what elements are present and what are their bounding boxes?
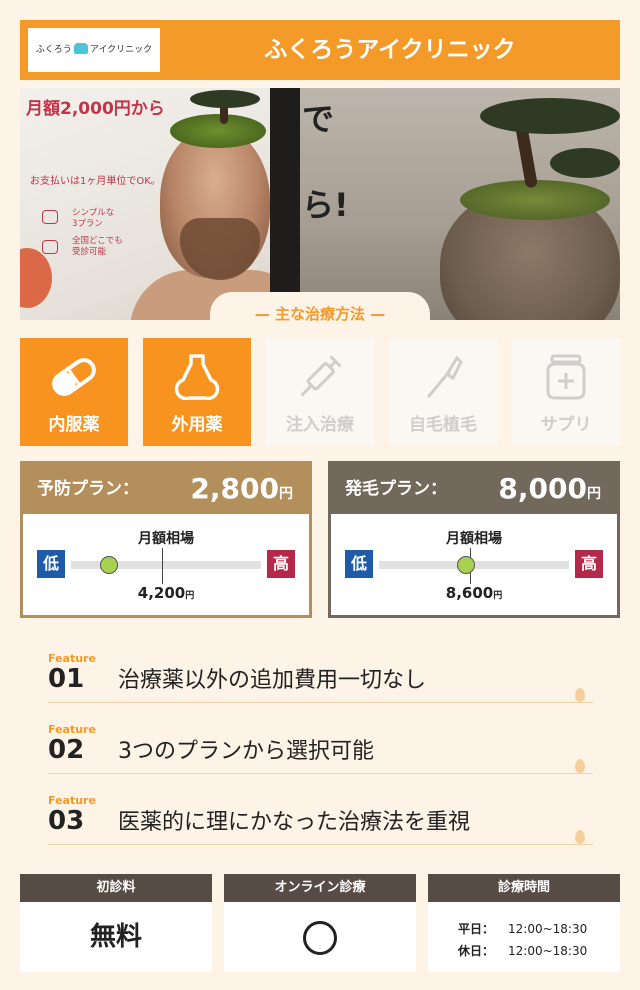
bonsai-foliage-3	[550, 148, 620, 178]
owl-icon	[73, 43, 88, 54]
market-average-unit: 円	[493, 591, 503, 601]
treatment-label: 内服薬	[48, 415, 100, 435]
info-title: 診療時間	[428, 874, 620, 902]
site-header: ふくろう アイクリニック ふくろうアイクリニック	[20, 20, 620, 80]
market-average-tick	[162, 548, 164, 584]
hero-item-1: シンプルな	[72, 208, 115, 218]
feature-number: 02	[48, 735, 85, 765]
hero-moss	[170, 114, 266, 148]
market-average-unit: 円	[185, 591, 195, 601]
feature-item: Feature 01 治療薬以外の追加費用一切なし	[48, 652, 593, 712]
info-title: オンライン診療	[224, 874, 416, 902]
scalpel-icon	[427, 355, 463, 398]
first-visit-fee: 無料	[89, 922, 142, 952]
hero-banner: 月額2,000円から お支払いは1ヶ月単位でOK。 シンプルな 3プラン 全国ど…	[20, 88, 620, 320]
price-position-knob	[100, 556, 118, 574]
feature-divider	[48, 844, 593, 845]
hero-item-3: 全国どこでも	[72, 236, 123, 246]
hero-headline: 月額2,000円から	[26, 99, 165, 119]
high-badge: 高	[575, 550, 603, 578]
bottle-icon	[174, 354, 220, 400]
market-average: 8,600円	[331, 584, 617, 602]
clinic-logo[interactable]: ふくろう アイクリニック	[28, 28, 160, 72]
info-body: 平日： 12:00~18:30 休日： 12:00~18:30	[428, 902, 620, 972]
treatment-topical[interactable]: 外用薬	[143, 338, 251, 446]
market-average-value: 4,200	[137, 584, 186, 602]
feature-text: 治療薬以外の追加費用一切なし	[118, 668, 427, 693]
plan-price: 2,800円	[190, 464, 293, 519]
treatment-supplement[interactable]: サプリ	[512, 338, 620, 446]
info-body	[224, 902, 416, 972]
info-first-visit: 初診料 無料	[20, 874, 212, 972]
plan-header: 発毛プラン： 8,000円	[331, 464, 617, 514]
feature-text: 医薬的に理にかなった治療法を重視	[118, 810, 471, 835]
treatment-label: 自毛植毛	[409, 415, 477, 435]
treatment-label: 注入治療	[286, 415, 354, 435]
pill-icon	[52, 358, 96, 396]
market-price-label: 月額相場	[138, 531, 194, 547]
feature-item: Feature 02 3つのプランから選択可能	[48, 723, 593, 783]
hours-holiday-value: 12:00~18:30	[508, 944, 588, 958]
feature-item: Feature 03 医薬的に理にかなった治療法を重視	[48, 794, 593, 854]
plan-price-unit: 円	[279, 486, 293, 502]
logo-text-a: ふくろう	[35, 45, 72, 55]
plan-card-growth[interactable]: 発毛プラン： 8,000円 月額相場 低 高 8,600円	[328, 461, 620, 618]
hours-list: 平日： 12:00~18:30 休日： 12:00~18:30	[458, 918, 587, 962]
bonsai-foliage-2	[480, 98, 620, 134]
feature-divider	[48, 773, 593, 774]
plan-price-value: 2,800	[190, 472, 279, 505]
info-hours: 診療時間 平日： 12:00~18:30 休日： 12:00~18:30	[428, 874, 620, 972]
price-position-knob	[457, 556, 476, 574]
hero-payment-note: お支払いは1ヶ月単位でOK。	[30, 176, 161, 187]
plan-price-unit: 円	[587, 486, 601, 502]
info-online: オンライン診療	[224, 874, 416, 972]
hours-weekday-value: 12:00~18:30	[508, 922, 588, 936]
logo-text-b: アイクリニック	[89, 45, 153, 55]
market-price-label: 月額相場	[446, 531, 502, 547]
info-body: 無料	[20, 902, 212, 972]
plan-icon	[42, 210, 58, 224]
low-badge: 低	[345, 550, 373, 578]
drop-icon	[575, 759, 585, 773]
plan-name: 発毛プラン：	[345, 479, 447, 499]
logo-text: ふくろう アイクリニック	[28, 28, 160, 72]
market-average-value: 8,600	[445, 584, 494, 602]
hours-holiday-label: 休日：	[458, 944, 495, 958]
plan-header: 予防プラン： 2,800円	[23, 464, 309, 514]
plan-price-value: 8,000	[498, 472, 587, 505]
high-badge: 高	[267, 550, 295, 578]
market-average: 4,200円	[23, 584, 309, 602]
clinic-icon	[42, 240, 58, 254]
available-circle-icon	[303, 921, 337, 955]
treatment-injection[interactable]: 注入治療	[266, 338, 374, 446]
supplement-icon	[546, 354, 586, 400]
info-title: 初診料	[20, 874, 212, 902]
hours-weekday-label: 平日：	[458, 922, 495, 936]
plan-name: 予防プラン：	[37, 479, 139, 499]
treatment-transplant[interactable]: 自毛植毛	[389, 338, 497, 446]
drop-icon	[575, 830, 585, 844]
hero-overlay-text-2: ら!	[302, 186, 349, 224]
section-title: — 主な治療方法 —	[210, 292, 430, 336]
feature-number: 01	[48, 664, 85, 694]
bonsai-foliage	[190, 90, 260, 108]
plan-card-prevention[interactable]: 予防プラン： 2,800円 月額相場 低 高 4,200円	[20, 461, 312, 618]
drop-icon	[575, 688, 585, 702]
page-title: ふくろうアイクリニック	[264, 37, 516, 63]
hero-item-4: 受診可能	[72, 247, 107, 257]
feature-text: 3つのプランから選択可能	[118, 739, 374, 764]
hero-divider	[270, 88, 300, 320]
treatment-oral[interactable]: 内服薬	[20, 338, 128, 446]
treatment-label: サプリ	[540, 415, 592, 435]
syringe-icon	[300, 355, 342, 397]
treatment-label: 外用薬	[171, 415, 223, 435]
hero-overlay-text-1: で	[302, 100, 335, 138]
feature-number: 03	[48, 806, 85, 836]
hours-holiday: 休日： 12:00~18:30	[458, 940, 587, 962]
feature-divider	[48, 702, 593, 703]
hours-weekday: 平日： 12:00~18:30	[458, 918, 587, 940]
hero-item-2: 3プラン	[72, 219, 103, 229]
plan-price: 8,000円	[498, 464, 601, 519]
low-badge: 低	[37, 550, 65, 578]
